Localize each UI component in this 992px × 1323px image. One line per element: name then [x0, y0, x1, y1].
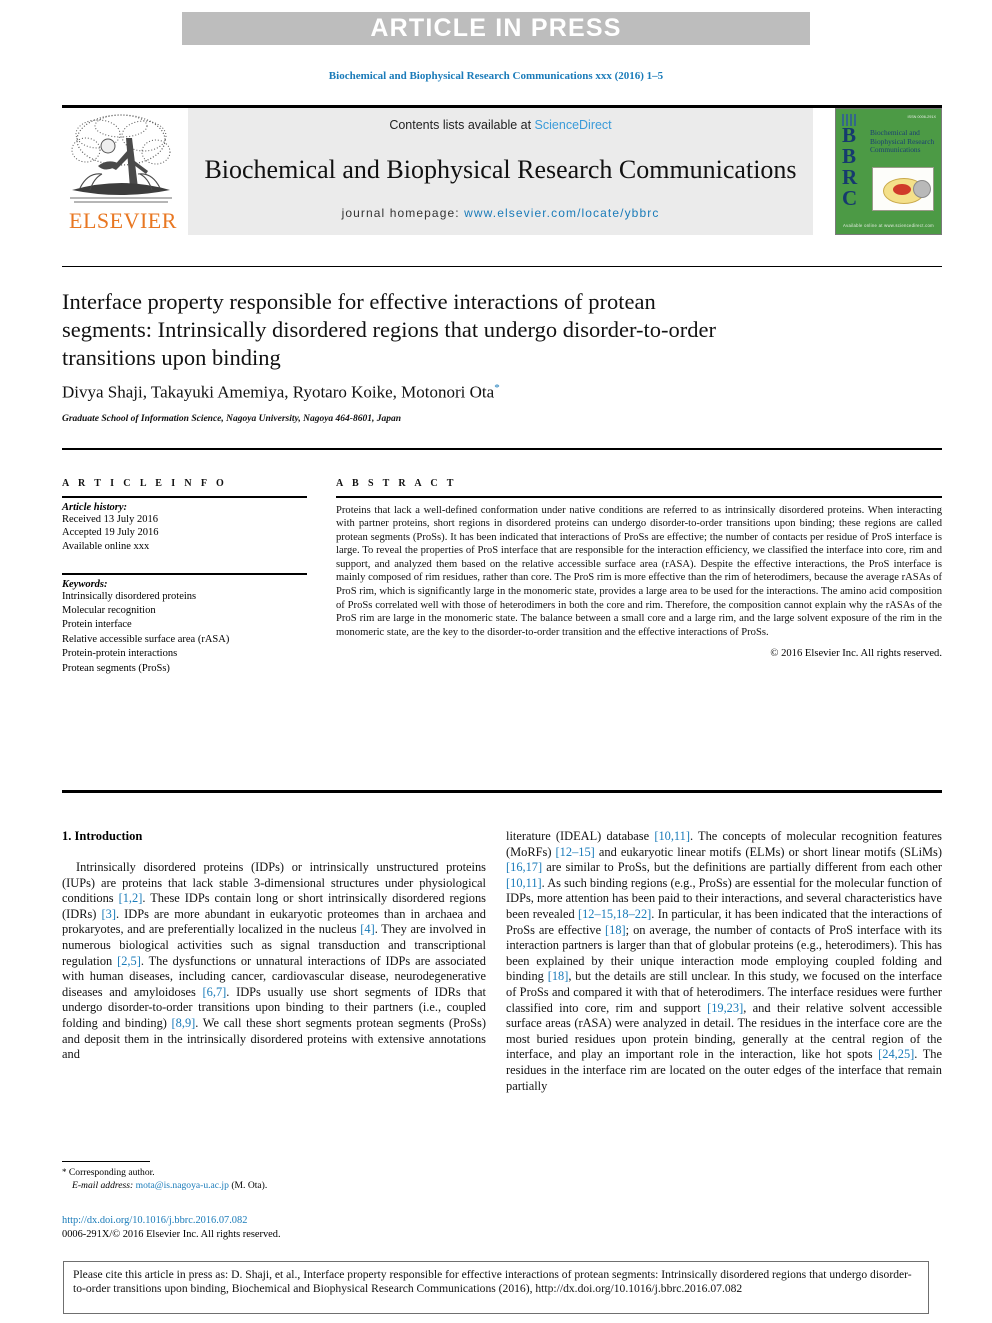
keyword-item: Protein-protein interactions — [62, 648, 178, 660]
abstract-heading: A B S T R A C T — [336, 478, 457, 489]
email-address-label: E-mail address: — [72, 1179, 134, 1191]
article-history-label: Article history: — [62, 501, 128, 513]
article-history-received: Received 13 July 2016 — [62, 513, 158, 525]
cover-bbrc-letters: BBRC — [842, 123, 858, 210]
email-line: E-mail address: mota@is.nagoya-u.ac.jp (… — [62, 1180, 486, 1193]
abstract-body: Proteins that lack a well-defined confor… — [336, 504, 942, 638]
body-column-right: literature (IDEAL) database [10,11]. The… — [506, 829, 942, 1094]
sciencedirect-link[interactable]: ScienceDirect — [535, 118, 612, 132]
title-separator-rule — [62, 266, 942, 267]
article-in-press-label: ARTICLE IN PRESS — [370, 14, 622, 42]
footnote-rule — [62, 1161, 150, 1162]
journal-article-page: ARTICLE IN PRESS Biochemical and Biophys… — [0, 0, 992, 1323]
body-column-left: Intrinsically disordered proteins (IDPs)… — [62, 860, 486, 1063]
homepage-prefix: journal homepage: — [341, 206, 465, 220]
journal-title: Biochemical and Biophysical Research Com… — [204, 155, 797, 184]
elsevier-tree-icon — [70, 114, 172, 203]
corresponding-author-note: * Corresponding author. — [62, 1166, 486, 1180]
footnote-block: * Corresponding author. E-mail address: … — [62, 1166, 486, 1192]
intro-paragraph-right: literature (IDEAL) database [10,11]. The… — [506, 829, 943, 1093]
journal-homepage-link[interactable]: www.elsevier.com/locate/ybbrc — [464, 206, 659, 220]
journal-homepage-line: journal homepage: www.elsevier.com/locat… — [188, 206, 813, 220]
keyword-item: Intrinsically disordered proteins — [62, 590, 197, 602]
citation-box: Please cite this article in press as: D.… — [63, 1261, 929, 1314]
elsevier-wordmark: ELSEVIER — [69, 208, 177, 233]
doi-block: http://dx.doi.org/10.1016/j.bbrc.2016.07… — [62, 1214, 492, 1241]
cover-nucleus-shape — [893, 184, 911, 195]
journal-cover-thumbnail: ISSN 0006-291X BBRC Biochemical and Biop… — [835, 108, 942, 235]
keyword-item: Relative accessible surface area (rASA) — [62, 633, 230, 645]
footnote-asterisk-icon: * — [62, 1167, 67, 1177]
article-history-accepted: Accepted 19 July 2016 — [62, 527, 159, 538]
abstract-copyright: © 2016 Elsevier Inc. All rights reserved… — [770, 648, 942, 660]
keywords-label: Keywords: — [62, 578, 108, 590]
contents-lists-line: Contents lists available at ScienceDirec… — [188, 118, 813, 132]
email-link[interactable]: mota@is.nagoya-u.ac.jp — [136, 1180, 229, 1191]
abstract-block-top-rule — [62, 448, 942, 450]
contents-lists-prefix: Contents lists available at — [389, 118, 535, 132]
keywords-rule — [62, 573, 307, 575]
article-info-heading: A R T I C L E I N F O — [62, 478, 228, 489]
cover-figure — [872, 167, 934, 211]
email-suffix: (M. Ota). — [231, 1179, 268, 1191]
abstract-block-bottom-rule — [62, 790, 942, 793]
section-heading-introduction: 1. Introduction — [62, 829, 143, 843]
abstract-rule — [336, 496, 942, 498]
cover-journal-title: Biochemical and Biophysical Research Com… — [870, 128, 935, 155]
keyword-item: Molecular recognition — [62, 604, 156, 616]
keyword-item: Protein interface — [62, 619, 132, 631]
cover-issn-label: ISSN 0006-291X — [907, 115, 937, 119]
author-list: Divya Shaji, Takayuki Amemiya, Ryotaro K… — [62, 382, 762, 403]
keyword-item: Protean segments (ProSs) — [62, 662, 170, 674]
journal-masthead: ELSEVIER Contents lists available at Sci… — [62, 108, 942, 235]
article-history-online: Available online xxx — [62, 540, 150, 552]
doi-link[interactable]: http://dx.doi.org/10.1016/j.bbrc.2016.07… — [62, 1214, 492, 1228]
corresponding-author-marker: * — [494, 382, 500, 394]
elsevier-logo: ELSEVIER — [62, 108, 182, 235]
abstract-column: Proteins that lack a well-defined confor… — [336, 496, 942, 659]
corresponding-author-text: Corresponding author. — [68, 1167, 155, 1178]
cover-footer-label: Available online at www.sciencedirect.co… — [843, 223, 934, 228]
cover-circle-shape — [913, 180, 931, 198]
article-in-press-banner: ARTICLE IN PRESS — [182, 12, 810, 45]
author-names: Divya Shaji, Takayuki Amemiya, Ryotaro K… — [62, 382, 495, 402]
masthead-center-panel: Contents lists available at ScienceDirec… — [188, 108, 813, 235]
article-info-column: Article history: Received 13 July 2016 A… — [62, 496, 307, 676]
issn-copyright-line: 0006-291X/© 2016 Elsevier Inc. All right… — [62, 1228, 281, 1240]
article-title: Interface property responsible for effec… — [62, 289, 716, 370]
intro-paragraph-left: Intrinsically disordered proteins (IDPs)… — [62, 860, 486, 1062]
article-history-rule — [62, 496, 307, 498]
running-head: Biochemical and Biophysical Research Com… — [328, 70, 664, 82]
affiliation: Graduate School of Information Science, … — [62, 414, 402, 424]
